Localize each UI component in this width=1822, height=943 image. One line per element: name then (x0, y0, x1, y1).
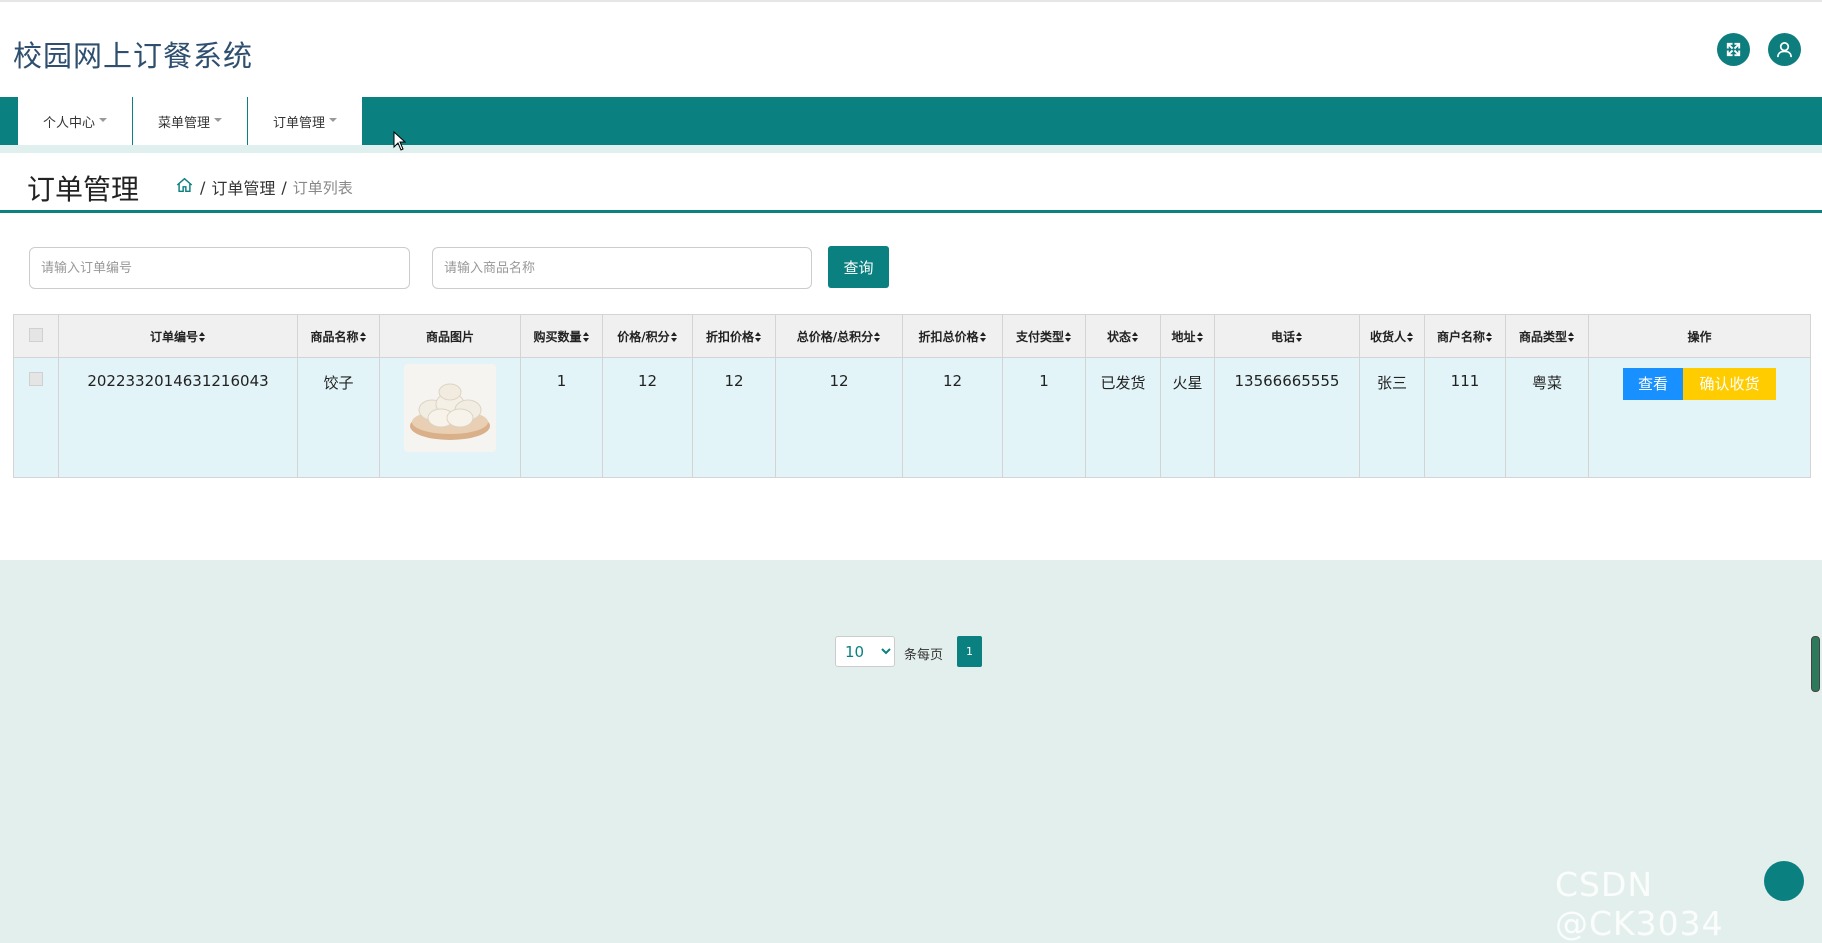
column-header-address[interactable]: 地址 (1160, 314, 1215, 358)
cell-order-no: 2022332014631216043 (58, 357, 298, 478)
cell-actions: 查看 确认收货 (1588, 357, 1811, 478)
fullscreen-icon[interactable] (1717, 33, 1750, 66)
nav-personal-center[interactable]: 个人中心 (18, 97, 133, 145)
column-header-status[interactable]: 状态 (1085, 314, 1161, 358)
column-header-discount-total[interactable]: 折扣总价格 (902, 314, 1003, 358)
column-header-receiver[interactable]: 收货人 (1359, 314, 1425, 358)
breadcrumb-parent[interactable]: 订单管理 (211, 175, 275, 199)
page-size-label: 条每页 (904, 648, 944, 663)
column-header-category[interactable]: 商品类型 (1505, 314, 1589, 358)
sort-icon[interactable] (1065, 331, 1072, 342)
breadcrumb-separator: / (281, 177, 287, 197)
column-header-pay-type[interactable]: 支付类型 (1002, 314, 1086, 358)
cell-receiver: 张三 (1359, 357, 1425, 478)
product-name-search-input[interactable] (432, 247, 812, 289)
sort-icon[interactable] (199, 331, 206, 342)
home-icon[interactable] (175, 176, 194, 198)
cell-phone: 13566665555 (1214, 357, 1360, 478)
nav-menu-management-label: 菜单管理 (157, 115, 210, 131)
cell-discount-price: 12 (692, 357, 776, 478)
query-button[interactable]: 查询 (828, 246, 889, 288)
sort-icon[interactable] (979, 331, 987, 342)
main-nav: 个人中心 菜单管理 订单管理 (0, 97, 1822, 145)
row-checkbox[interactable] (29, 372, 43, 386)
view-button[interactable]: 查看 (1623, 368, 1683, 400)
dumplings-image (404, 364, 496, 452)
nav-personal-center-label: 个人中心 (42, 115, 95, 131)
sort-icon[interactable] (1486, 331, 1493, 342)
column-header-phone[interactable]: 电话 (1214, 314, 1360, 358)
cell-price: 12 (602, 357, 693, 478)
column-header-quantity[interactable]: 购买数量 (520, 314, 603, 358)
order-table: 订单编号 商品名称 商品图片 购买数量 价格/积分 折扣价格 总价格/总积分 折… (13, 314, 1811, 478)
mouse-cursor-icon (393, 130, 407, 155)
sort-icon[interactable] (1407, 331, 1414, 342)
cell-address: 火星 (1160, 357, 1215, 478)
nav-order-management-label: 订单管理 (272, 115, 325, 131)
nav-divider (0, 145, 1822, 153)
cell-discount-total: 12 (902, 357, 1003, 478)
cell-total-price: 12 (775, 357, 903, 478)
column-header-product-name[interactable]: 商品名称 (297, 314, 380, 358)
sort-icon[interactable] (1568, 331, 1575, 342)
cell-product-name: 饺子 (297, 357, 380, 478)
row-checkbox-cell[interactable] (13, 357, 59, 478)
column-header-total-price[interactable]: 总价格/总积分 (775, 314, 903, 358)
confirm-receipt-button[interactable]: 确认收货 (1683, 368, 1776, 400)
sort-icon[interactable] (1296, 331, 1303, 342)
chevron-down-icon (99, 118, 107, 122)
order-no-search-input[interactable] (29, 247, 410, 289)
chevron-down-icon (329, 118, 337, 122)
sort-icon[interactable] (755, 331, 762, 342)
page-title: 订单管理 (27, 173, 140, 206)
sort-icon[interactable] (874, 331, 881, 342)
cell-status: 已发货 (1085, 357, 1161, 478)
column-header-merchant[interactable]: 商户名称 (1424, 314, 1506, 358)
scrollbar-thumb[interactable] (1811, 636, 1820, 692)
chevron-down-icon (214, 118, 222, 122)
page-number-button[interactable]: 1 (957, 636, 982, 667)
breadcrumb: / 订单管理 / 订单列表 (175, 175, 353, 199)
column-header-product-image: 商品图片 (379, 314, 521, 358)
cell-product-image (379, 357, 521, 478)
sort-icon[interactable] (582, 331, 590, 342)
sort-icon[interactable] (1132, 331, 1139, 342)
watermark: CSDN @CK3034 (1555, 865, 1724, 943)
select-all-checkbox[interactable] (29, 327, 43, 342)
sort-icon[interactable] (670, 331, 678, 342)
top-header: 校园网上订餐系统 (0, 0, 1822, 97)
breadcrumb-separator: / (200, 177, 206, 197)
table-row: 2022332014631216043 饺子 1 12 12 12 12 1 已… (13, 357, 1811, 478)
column-header-actions: 操作 (1588, 314, 1811, 358)
sort-icon[interactable] (1196, 331, 1204, 342)
cell-merchant: 111 (1424, 357, 1506, 478)
nav-order-management[interactable]: 订单管理 (248, 97, 363, 145)
cell-category: 粤菜 (1505, 357, 1589, 478)
nav-menu-management[interactable]: 菜单管理 (133, 97, 248, 145)
cell-quantity: 1 (520, 357, 603, 478)
main-content: 订单管理 / 订单管理 / 订单列表 查询 订单编号 商品名称 商品图片 购买数… (0, 153, 1822, 667)
table-header-row: 订单编号 商品名称 商品图片 购买数量 价格/积分 折扣价格 总价格/总积分 折… (13, 314, 1811, 358)
select-all-checkbox-cell[interactable] (13, 314, 59, 358)
sort-icon[interactable] (359, 331, 367, 342)
user-icon[interactable] (1768, 33, 1801, 66)
column-header-price[interactable]: 价格/积分 (602, 314, 693, 358)
cell-pay-type: 1 (1002, 357, 1086, 478)
page-size-select[interactable]: 10 (835, 636, 895, 667)
page-header: 订单管理 / 订单管理 / 订单列表 (0, 153, 1822, 213)
app-title: 校园网上订餐系统 (13, 39, 254, 73)
breadcrumb-current: 订单列表 (292, 178, 353, 197)
column-header-order-no[interactable]: 订单编号 (58, 314, 298, 358)
column-header-discount-price[interactable]: 折扣价格 (692, 314, 776, 358)
